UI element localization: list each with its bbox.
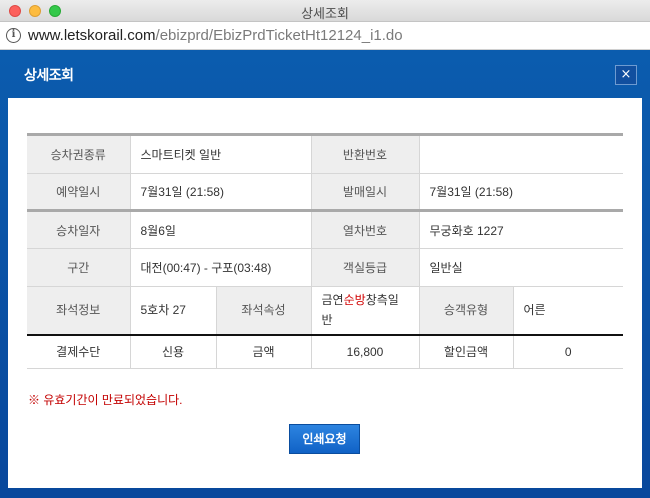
address-bar[interactable]: i www.letskorail.com/ebizprd/EbizPrdTick… [0,23,650,50]
issue-date-value: 7월31일 (21:58) [418,173,623,211]
seat-value: 5호차 27 [129,286,216,335]
popup-content: 승차권종류 스마트티켓 일반 반환번호 예약일시 7월31일 (21:58) 발… [8,98,642,488]
seat-label: 좌석정보 [27,286,130,335]
payment-value: 신용 [129,333,216,369]
table-row: 예약일시 7월31일 (21:58) 발매일시 7월31일 (21:58) [27,173,623,211]
passenger-type-value: 어른 [512,286,623,335]
detail-popup: 상세조회 × 승차권종류 스마트티켓 일반 반환번호 예약일시 7월31일 (2… [0,50,650,498]
table-row: 구간 대전(00:47) - 구포(03:48) 객실등급 일반실 [27,248,623,287]
discount-value: 0 [512,333,623,369]
class-value: 일반실 [418,248,623,287]
section-label: 구간 [27,248,130,287]
section-value: 대전(00:47) - 구포(03:48) [129,248,311,287]
print-request-button[interactable]: 인쇄요청 [289,424,360,454]
reserve-date-value: 7월31일 (21:58) [129,173,311,211]
ticket-type-label: 승차권종류 [27,133,130,174]
table-row: 결제수단 신용 금액 16,800 할인금액 0 [27,333,623,369]
refund-no-label: 반환번호 [310,133,419,174]
url-path: /ebizprd/EbizPrdTicketHt12124_i1.do [155,27,403,44]
popup-title: 상세조회 [24,68,74,84]
issue-date-label: 발매일시 [310,173,419,211]
passenger-type-label: 승객유형 [418,286,513,335]
window-title: 상세조회 [301,7,349,22]
reserve-date-label: 예약일시 [27,173,130,211]
browser-window: 상세조회 i www.letskorail.com/ebizprd/EbizPr… [0,0,650,498]
table-row: 좌석정보 5호차 27 좌석속성 금연순방창측일반 승객유형 어른 [27,286,623,335]
title-bar: 상세조회 [0,0,650,22]
info-icon[interactable]: i [6,28,21,43]
seat-attr-value: 금연순방창측일반 [310,286,419,335]
table-row: 승차권종류 스마트티켓 일반 반환번호 [27,133,623,174]
refund-no-value [418,133,623,174]
ride-date-label: 승차일자 [27,209,130,249]
class-label: 객실등급 [310,248,419,287]
amount-value: 16,800 [310,333,419,369]
seat-attr-label: 좌석속성 [215,286,311,335]
table-row: 승차일자 8월6일 열차번호 무궁화호 1227 [27,209,623,249]
url-host: www.letskorail.com [28,27,156,44]
discount-label: 할인금액 [418,333,513,369]
url-text[interactable]: www.letskorail.com/ebizprd/EbizPrdTicket… [28,27,403,44]
train-no-label: 열차번호 [310,209,419,249]
train-no-value: 무궁화호 1227 [418,209,623,249]
amount-label: 금액 [215,333,311,369]
close-button[interactable]: × [615,65,637,85]
payment-label: 결제수단 [27,333,130,369]
ticket-detail-table: 승차권종류 스마트티켓 일반 반환번호 예약일시 7월31일 (21:58) 발… [27,133,623,369]
expiry-notice: ※ 유효기간이 만료되었습니다. [28,393,183,407]
ticket-type-value: 스마트티켓 일반 [129,133,311,174]
seat-attr-smoking: 금연 [321,293,344,308]
seat-attr-direction: 순방 [343,293,366,308]
ride-date-value: 8월6일 [129,209,311,249]
